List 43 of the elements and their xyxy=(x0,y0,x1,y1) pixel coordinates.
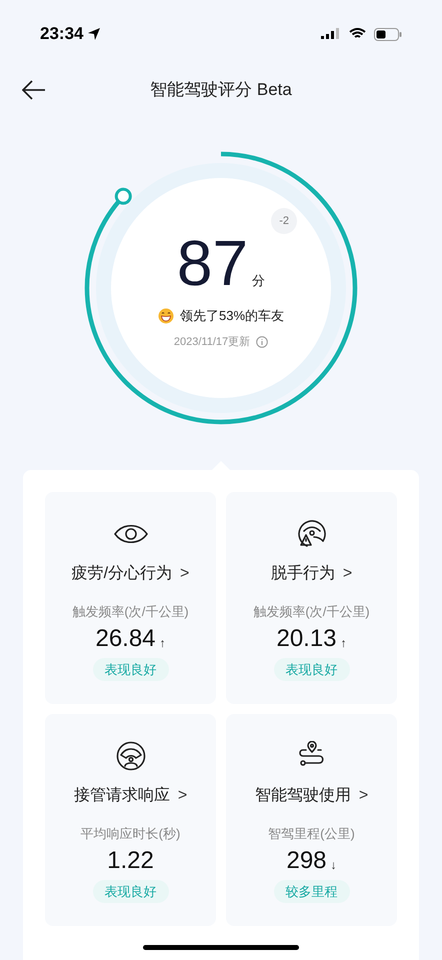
metric-value: 1.22 xyxy=(107,846,154,876)
metric-value: 20.13 xyxy=(276,624,337,654)
status-badge: 表现良好 xyxy=(92,880,168,903)
score-value: 87 xyxy=(176,228,248,298)
signal-icon xyxy=(321,28,341,40)
score-unit: 分 xyxy=(252,272,266,290)
metric-card[interactable]: 接管请求响应 > 平均响应时长(秒) 1.22 表现良好 xyxy=(45,714,216,926)
wifi-icon xyxy=(349,28,366,40)
chevron: > xyxy=(178,786,188,806)
metric-card[interactable]: 智能驾驶使用 > 智驾里程(公里) 298 ↓ 较多里程 xyxy=(226,714,397,926)
eye-icon xyxy=(112,522,148,546)
metric-card[interactable]: 疲劳/分心行为 > 触发频率(次/千公里) 26.84 ↑ 表现良好 xyxy=(45,492,216,704)
chevron: > xyxy=(342,564,352,584)
metric-label: 触发频率(次/千公里) xyxy=(253,603,370,621)
chevron: > xyxy=(180,564,190,584)
trend-arrow: ↑ xyxy=(340,634,347,650)
metric-card[interactable]: 脱手行为 > 触发频率(次/千公里) 20.13 ↑ 表现良好 xyxy=(226,492,397,704)
back-arrow-icon[interactable] xyxy=(22,80,46,100)
status-badge: 表现良好 xyxy=(92,658,168,681)
steering-wheel-icon xyxy=(116,741,146,771)
laughing-face-icon xyxy=(158,308,174,324)
metric-value: 298 xyxy=(286,846,327,876)
trend-arrow: ↑ xyxy=(160,634,166,650)
card-title: 疲劳/分心行为 xyxy=(72,564,172,584)
rank-text: 领先了53%的车友 xyxy=(180,307,284,325)
steering-warning-icon xyxy=(296,519,326,549)
metric-value: 26.84 xyxy=(95,624,156,654)
metric-label: 智驾里程(公里) xyxy=(268,825,355,843)
status-time: 23:34 xyxy=(40,23,84,46)
chevron: > xyxy=(358,786,368,806)
status-badge: 较多里程 xyxy=(274,880,350,903)
card-title: 脱手行为 xyxy=(270,564,335,584)
location-arrow-icon xyxy=(87,27,102,41)
trend-arrow: ↓ xyxy=(330,856,337,872)
metric-label: 平均响应时长(秒) xyxy=(80,825,180,843)
card-title: 接管请求响应 xyxy=(74,786,170,806)
info-icon[interactable] xyxy=(256,336,268,348)
update-date: 2023/11/17更新 xyxy=(174,334,250,350)
page-title: 智能驾驶评分 Beta xyxy=(150,79,292,102)
status-badge: 表现良好 xyxy=(274,658,350,681)
metric-label: 触发频率(次/千公里) xyxy=(72,603,189,621)
battery-icon xyxy=(374,28,402,40)
card-title: 智能驾驶使用 xyxy=(254,786,351,806)
